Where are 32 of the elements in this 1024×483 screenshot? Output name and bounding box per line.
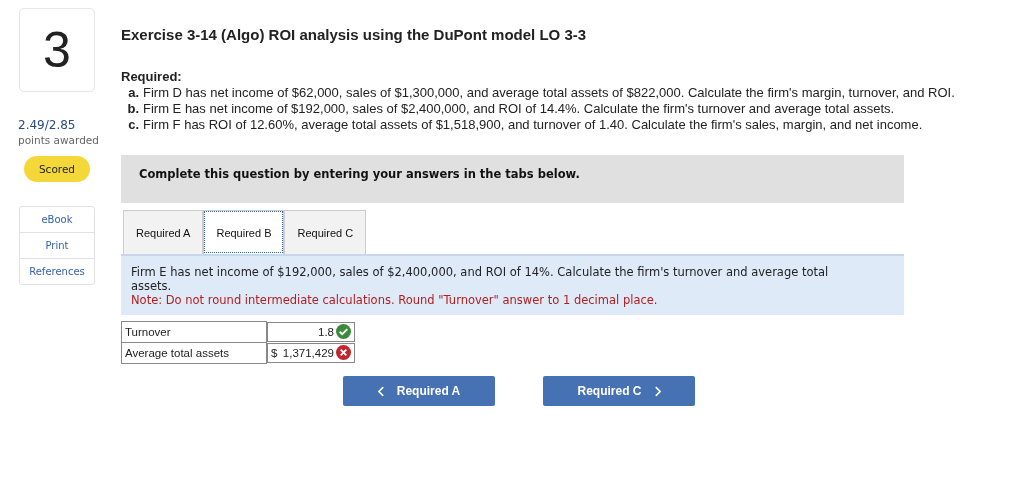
tab[interactable]: Required A: [123, 210, 204, 254]
required-text: Firm E has net income of $192,000, sales of $2,400,000, and ROI of 14.4%. Calculate the firm's turnover and average total assets.: [143, 101, 895, 117]
side-link[interactable]: Print: [20, 232, 94, 258]
side-link[interactable]: References: [20, 258, 94, 284]
previous-button[interactable]: Required A: [343, 376, 495, 406]
exercise-title: Exercise 3-14 (Algo) ROI analysis using the DuPont model LO 3-3: [121, 26, 588, 43]
required-text: Firm F has ROI of 12.60%, average total assets of $1,518,900, and turnover of 1.40. Calculate the firm's sales, margin, and net income.: [143, 117, 923, 133]
table-cell: Turnover: [121, 321, 267, 343]
question-number: 3: [19, 8, 95, 92]
answer-value: 1,371,429: [282, 346, 334, 359]
points-label: points awarded: [18, 134, 99, 146]
panel-text: Firm E has net income of $192,000, sales of $2,400,000, and ROI of 14%. Calculate the firm's turnover and average total assets.: [131, 265, 830, 293]
next-button[interactable]: Required C: [543, 376, 695, 406]
answer-field[interactable]: 1.8: [267, 321, 355, 342]
answer-field[interactable]: $ 1,371,429: [267, 342, 355, 363]
chevron-left-icon: [377, 385, 385, 397]
required-text: Firm D has net income of $62,000, sales of $1,300,000, and average total assets of $822,000. Calculate the firm's margin, turnover, and ROI.: [143, 85, 955, 101]
tab[interactable]: Required B: [203, 210, 285, 254]
answer-value: 1.8: [318, 325, 334, 338]
score: 2.49/2.85: [18, 118, 76, 132]
item-letter: c.: [127, 117, 140, 133]
instruction-text: Complete this question by entering your answers in the tabs below.: [139, 167, 580, 181]
currency-sign: $: [271, 346, 278, 359]
chevron-right-icon: [653, 385, 661, 397]
note-text: Note: Do not round intermediate calculations. Round "Turnover" answer to 1 decimal place.: [131, 293, 659, 307]
tab[interactable]: Required C: [284, 210, 367, 254]
table-cell: Average total assets: [121, 342, 267, 364]
item-letter: a.: [127, 85, 140, 101]
status-badge: Scored: [24, 156, 90, 182]
item-letter: b.: [126, 101, 140, 117]
required-heading: Required:: [121, 69, 183, 85]
side-link[interactable]: eBook: [20, 207, 94, 232]
